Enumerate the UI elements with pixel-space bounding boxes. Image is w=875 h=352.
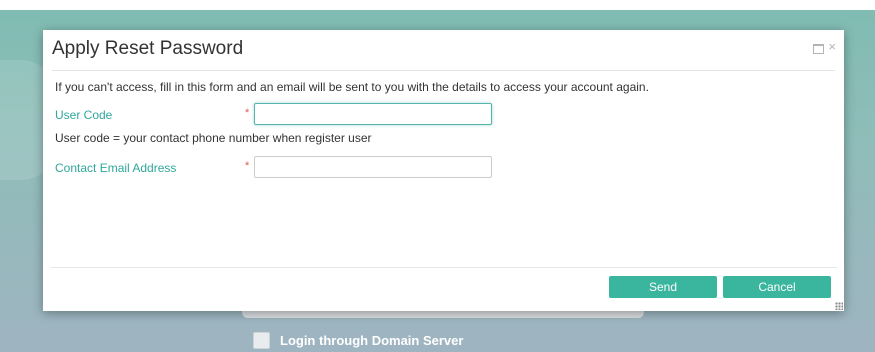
footer-divider	[50, 267, 837, 268]
contact-email-label: Contact Email Address	[55, 161, 177, 175]
domain-login-option[interactable]: Login through Domain Server	[253, 330, 463, 350]
domain-login-checkbox[interactable]	[253, 331, 270, 349]
contact-email-input[interactable]	[254, 156, 492, 178]
domain-login-label: Login through Domain Server	[280, 332, 464, 348]
intro-text: If you can't access, fill in this form a…	[55, 80, 649, 94]
user-code-required-mark: *	[245, 107, 250, 119]
user-code-input[interactable]	[254, 103, 492, 125]
maximize-icon[interactable]	[813, 44, 824, 54]
user-code-label: User Code	[55, 108, 113, 122]
resize-grip-icon[interactable]	[835, 302, 843, 310]
reset-password-dialog: Apply Reset Password × If you can't acce…	[43, 30, 844, 311]
title-divider	[52, 70, 835, 71]
user-code-hint: User code = your contact phone number wh…	[55, 131, 372, 145]
background-top-band	[0, 0, 875, 10]
cancel-button[interactable]: Cancel	[723, 276, 831, 298]
dialog-title: Apply Reset Password	[52, 38, 244, 59]
contact-email-required-mark: *	[245, 160, 250, 172]
send-button[interactable]: Send	[609, 276, 717, 298]
close-icon[interactable]: ×	[828, 39, 836, 54]
